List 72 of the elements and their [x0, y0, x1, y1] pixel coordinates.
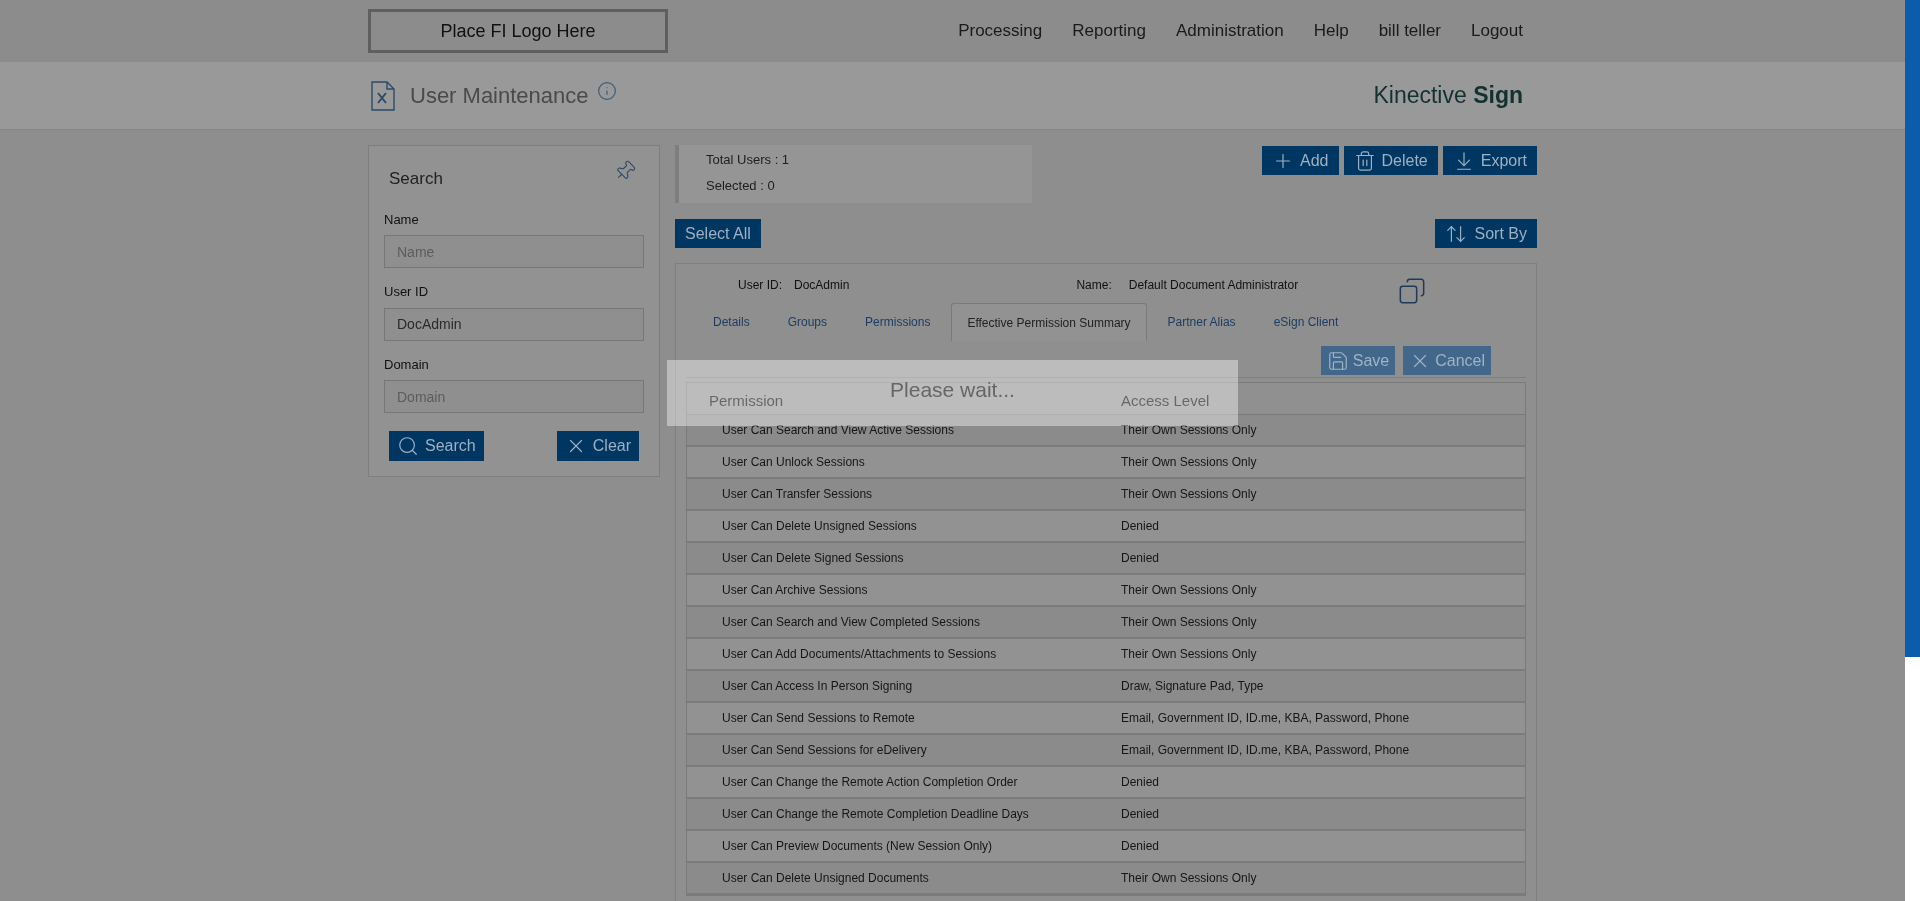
table-cell-text: User Can Change the Remote Action Completion Order	[721, 774, 1019, 791]
table-cell-text: Their Own Sessions Only	[1121, 646, 1257, 663]
table-cell-text: User Can Send Sessions to Remote	[721, 710, 916, 727]
table-cell-text: User Can Add Documents/Attachments to Sessions	[721, 646, 998, 663]
tab[interactable]: Partner Alias	[1150, 303, 1253, 341]
tab[interactable]: Permissions	[848, 303, 948, 341]
logo-text: Place FI Logo Here	[440, 19, 596, 43]
nav-link[interactable]: Reporting	[1072, 18, 1146, 44]
table-cell-text: User Can Archive Sessions	[721, 582, 869, 599]
table-cell-text: Denied	[1121, 550, 1160, 567]
summary-text: Total Users : 1	[706, 151, 791, 169]
table-cell-text: User Can Access In Person Signing	[721, 678, 914, 695]
nav-link[interactable]: Processing	[958, 18, 1043, 44]
search-button[interactable]: Search	[389, 431, 484, 461]
brand-logo: Kinective Sign	[1373, 81, 1524, 111]
nav-link[interactable]: Administration	[1175, 18, 1284, 44]
table-cell-text: User Can Search and View Completed Sessions	[721, 614, 981, 631]
table-cell-text: Email, Government ID, ID.me, KBA, Password, Phone	[1121, 710, 1410, 727]
field-label: Domain	[384, 355, 430, 374]
field-label: Name	[384, 210, 420, 229]
name-label: Name:	[1076, 277, 1112, 294]
delete-button[interactable]: Delete	[1343, 146, 1438, 175]
table-cell-text: Denied	[1121, 774, 1160, 791]
info-icon[interactable]	[596, 80, 617, 101]
tab[interactable]: Groups	[770, 303, 845, 341]
table-cell-text: Their Own Sessions Only	[1121, 870, 1257, 887]
nav-link[interactable]: bill teller	[1378, 18, 1441, 44]
nav-link[interactable]: Help	[1313, 18, 1349, 44]
table-cell-text: User Can Unlock Sessions	[721, 454, 866, 471]
column-header: Permission	[709, 391, 784, 409]
table-cell-text: Denied	[1121, 806, 1160, 823]
name-value: Default Document Administrator	[1128, 277, 1299, 294]
table-cell-text: User Can Delete Signed Sessions	[721, 550, 905, 567]
export-button[interactable]: Export	[1442, 146, 1537, 175]
scrollbar-thumb[interactable]	[1905, 0, 1920, 657]
table-cell-text: User Can Delete Unsigned Sessions	[721, 518, 918, 535]
panel-title: Search	[389, 168, 443, 190]
text-field[interactable]: DocAdmin	[384, 307, 644, 341]
select-all-button[interactable]: Select All	[675, 219, 761, 248]
table-cell-text: Their Own Sessions Only	[1121, 486, 1257, 503]
table-cell-text: Denied	[1121, 518, 1160, 535]
copy-icon[interactable]	[1398, 277, 1427, 305]
tab[interactable]: Details	[696, 303, 767, 341]
search-icon	[397, 435, 419, 457]
table-cell-text: Their Own Sessions Only	[1121, 582, 1257, 599]
table-cell-text: User Can Delete Unsigned Documents	[721, 870, 930, 887]
document-tool-icon	[370, 80, 396, 111]
user-id-label: User ID:	[738, 277, 782, 294]
trash-icon	[1353, 149, 1376, 172]
nav-link[interactable]: Logout	[1471, 18, 1523, 44]
add-button[interactable]: Add	[1262, 146, 1339, 175]
save-icon	[1326, 349, 1349, 372]
tab[interactable]: eSign Client	[1256, 303, 1356, 341]
field-label: User ID	[384, 283, 430, 301]
sort-button[interactable]: Sort By	[1434, 219, 1537, 248]
table-cell-text: User Can Preview Documents (New Session Only)	[721, 838, 994, 855]
table-cell-text: Draw, Signature Pad, Type	[1121, 678, 1264, 695]
summary-text: Selected : 0	[706, 176, 776, 195]
table-cell-text: User Can Change the Remote Completion Deadline Days	[721, 806, 1030, 823]
table-cell-text: User Can Send Sessions for eDelivery	[721, 742, 928, 759]
table-cell-text: Denied	[1121, 838, 1160, 855]
table-cell-text: Email, Government ID, ID.me, KBA, Password, Phone	[1121, 742, 1410, 759]
table-cell-text: Their Own Sessions Only	[1121, 614, 1257, 631]
user-id-value: DocAdmin	[794, 277, 850, 294]
page-title: User Maintenance	[410, 82, 589, 110]
table-cell-text: Their Own Sessions Only	[1121, 422, 1257, 439]
tab[interactable]: Effective Permission Summary	[951, 303, 1147, 341]
clear-button[interactable]: Clear	[556, 431, 639, 461]
table-cell-text: User Can Search and View Active Sessions	[721, 422, 955, 439]
table-cell-text: User Can Transfer Sessions	[721, 486, 874, 503]
table-cell-text: Their Own Sessions Only	[1121, 454, 1257, 471]
column-header: Access Level	[1121, 390, 1210, 411]
